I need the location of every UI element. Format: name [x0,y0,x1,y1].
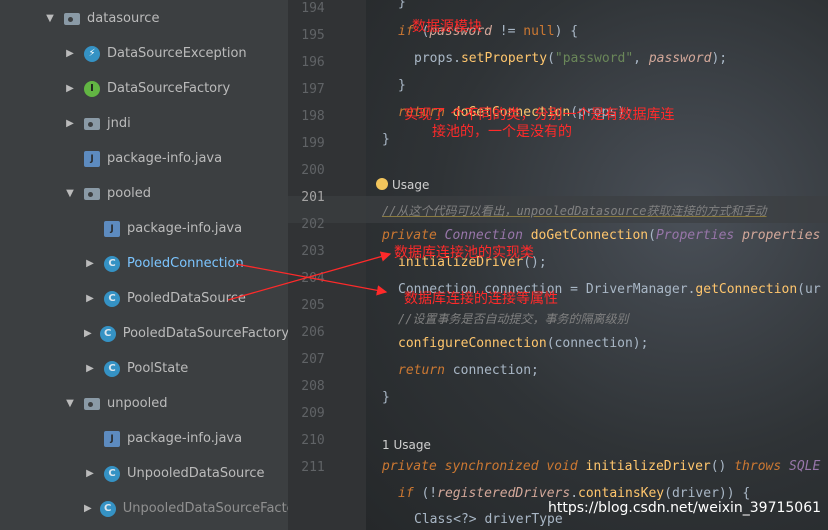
annotation-arrows [227,251,392,301]
watermark: https://blog.csdn.net/weixin_39715061 [548,500,822,516]
arrow-pooledconnection [235,263,388,296]
arrow-pooleddatasource [227,251,392,301]
